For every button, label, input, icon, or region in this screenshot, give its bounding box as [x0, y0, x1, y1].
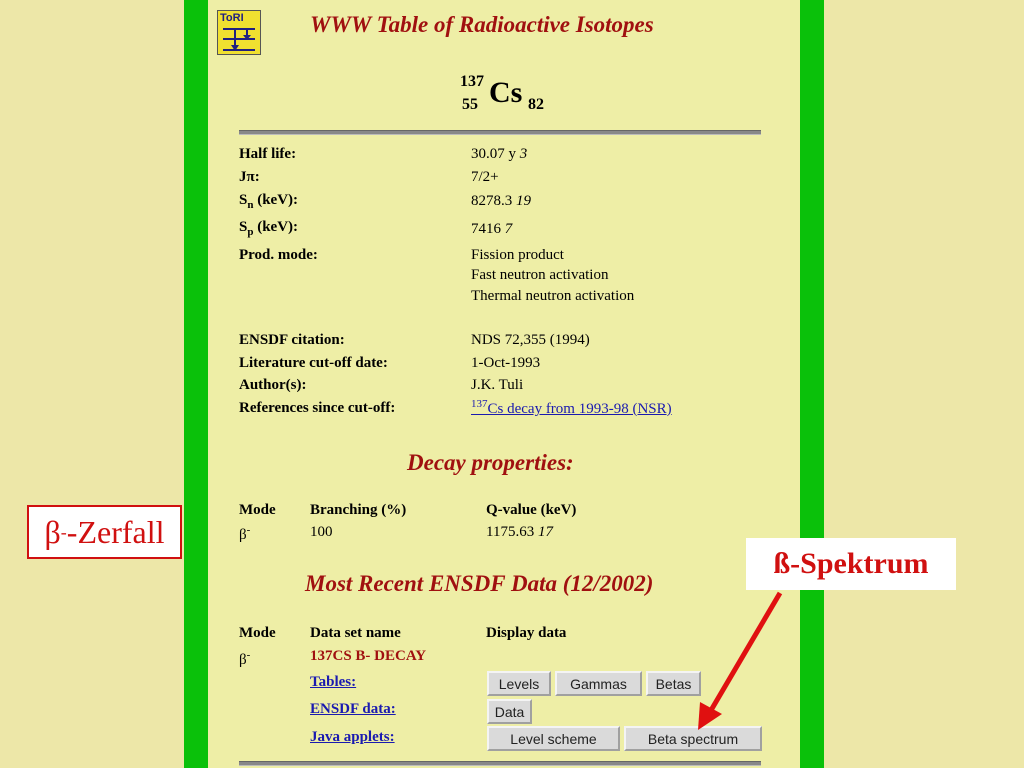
- ensdf-data-title: Most Recent ENSDF Data (12/2002): [305, 571, 654, 596]
- ensdf-dataset-name: 137CS B- DECAY: [310, 648, 427, 664]
- level-scheme-icon: [223, 28, 255, 51]
- half-life-value: 30.07 y 3: [471, 146, 528, 162]
- decay-qvalue-value: 1175.63 17: [486, 524, 553, 540]
- nuclide-atomic-number: 55: [462, 96, 478, 113]
- tori-logo[interactable]: ToRI: [217, 10, 261, 55]
- prod-mode-value: Thermal neutron activation: [471, 288, 635, 304]
- cutoff-date-value: 1-Oct-1993: [471, 355, 541, 371]
- left-green-bar: [184, 0, 208, 768]
- decay-mode-header: Mode: [239, 502, 276, 518]
- half-life-label: Half life:: [239, 146, 297, 162]
- decay-mode-value: β-: [239, 524, 251, 543]
- references-label: References since cut-off:: [239, 400, 396, 416]
- beta-spectrum-callout: ß-Spektrum: [746, 538, 956, 590]
- ensdf-mode-value: β-: [239, 649, 251, 668]
- data-button[interactable]: Data: [487, 699, 532, 724]
- ensdf-data-link[interactable]: ENSDF data:: [310, 701, 396, 718]
- ensdf-mode-header: Mode: [239, 625, 276, 641]
- spin-parity-value: 7/2+: [471, 169, 499, 185]
- ensdf-dataset-header: Data set name: [310, 625, 401, 641]
- tables-link[interactable]: Tables:: [310, 674, 356, 691]
- ensdf-citation-label: ENSDF citation:: [239, 332, 345, 348]
- cutoff-date-label: Literature cut-off date:: [239, 355, 388, 371]
- decay-properties-title: Decay properties:: [407, 450, 574, 475]
- prod-mode-value: Fission product: [471, 247, 564, 263]
- decay-branching-value: 100: [310, 524, 333, 540]
- sn-value: 8278.3 19: [471, 193, 531, 209]
- levels-button[interactable]: Levels: [487, 671, 551, 696]
- decay-qvalue-header: Q-value (keV): [486, 502, 577, 518]
- nuclide-mass-number: 137: [460, 73, 484, 90]
- divider: [239, 130, 761, 135]
- java-applets-link[interactable]: Java applets:: [310, 729, 395, 746]
- level-scheme-button[interactable]: Level scheme: [487, 726, 620, 751]
- spin-parity-label: Jπ:: [239, 169, 260, 185]
- arrow-icon: [698, 591, 783, 730]
- page-title: WWW Table of Radioactive Isotopes: [310, 12, 654, 37]
- authors-value: J.K. Tuli: [471, 377, 524, 393]
- divider: [239, 761, 761, 766]
- ensdf-display-header: Display data: [486, 625, 567, 641]
- gammas-button[interactable]: Gammas: [555, 671, 642, 696]
- nuclide-neutron-number: 82: [528, 96, 544, 113]
- nuclide-symbol: Cs: [489, 76, 523, 109]
- beta-decay-callout: β - -Zerfall: [27, 505, 182, 559]
- logo-text: ToRI: [220, 12, 244, 24]
- right-green-bar: [800, 0, 824, 768]
- prod-mode-label: Prod. mode:: [239, 247, 318, 263]
- prod-mode-value: Fast neutron activation: [471, 267, 609, 283]
- sp-label: Sp (keV):: [239, 219, 299, 238]
- ensdf-citation-value: NDS 72,355 (1994): [471, 332, 590, 348]
- references-link[interactable]: 137Cs decay from 1993-98 (NSR): [471, 398, 672, 418]
- decay-branching-header: Branching (%): [310, 502, 407, 518]
- authors-label: Author(s):: [239, 377, 307, 393]
- sp-value: 7416 7: [471, 221, 513, 237]
- sn-label: Sn (keV):: [239, 192, 299, 211]
